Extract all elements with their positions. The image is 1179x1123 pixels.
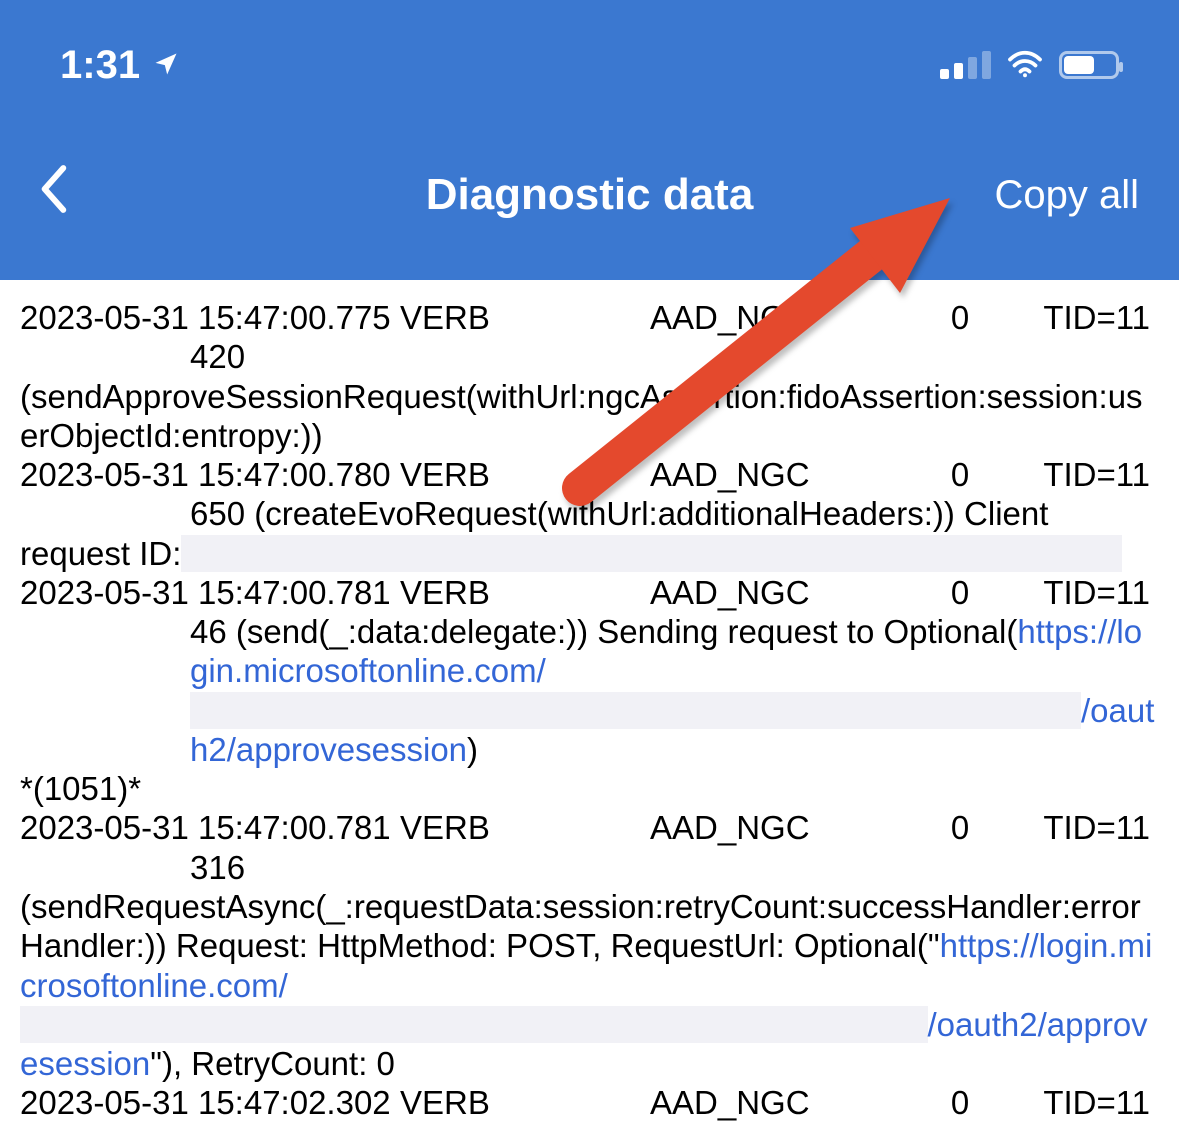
log-level: VERB (400, 808, 650, 847)
log-message: (sendRequestAsync(_:requestData:session:… (20, 887, 1159, 1083)
copy-all-button[interactable]: Copy all (984, 163, 1149, 228)
log-text: request ID: (20, 535, 181, 572)
log-entry: 2023-05-31 15:47:00.781 VERB AAD_NGC 0 T… (20, 573, 1159, 809)
log-tag: AAD_NGC (650, 298, 920, 337)
nav-bar: Diagnostic data Copy all (0, 130, 1179, 280)
log-timestamp: 2023-05-31 15:47:00.780 (20, 455, 400, 494)
log-timestamp: 2023-05-31 15:47:00.781 (20, 573, 400, 612)
status-bar: 1:31 (0, 0, 1179, 130)
log-tag: AAD_NGC (650, 455, 920, 494)
log-level: VERB (400, 298, 650, 337)
log-text: ) (467, 731, 478, 768)
log-message-line: 316 (20, 848, 1159, 887)
log-area[interactable]: 2023-05-31 15:47:00.775 VERB AAD_NGC 0 T… (0, 280, 1179, 1123)
log-message: (sendApproveSessionRequest(withUrl:ngcAs… (20, 377, 1159, 456)
log-code: 0 (920, 808, 1000, 847)
back-button[interactable] (30, 155, 78, 236)
log-tag: AAD_NGC (650, 1083, 920, 1122)
log-code: 0 (920, 573, 1000, 612)
log-tid: TID=11 (1000, 1083, 1150, 1122)
log-entry: 2023-05-31 15:47:00.781 VERB AAD_NGC 0 T… (20, 808, 1159, 1083)
log-tid: TID=11 (1000, 455, 1150, 494)
location-icon (152, 43, 180, 88)
log-timestamp: 2023-05-31 15:47:00.775 (20, 298, 400, 337)
log-timestamp: 2023-05-31 15:47:02.302 (20, 1083, 400, 1122)
log-message-line: 46 (send(_:data:delegate:)) Sending requ… (20, 612, 1159, 769)
log-timestamp: 2023-05-31 15:47:00.781 (20, 808, 400, 847)
log-level: VERB (400, 455, 650, 494)
log-tag: AAD_NGC (650, 573, 920, 612)
log-tid: TID=11 (1000, 808, 1150, 847)
log-tag: AAD_NGC (650, 808, 920, 847)
redacted-block: xxxxxxxxxxxxxxxxxxxxxxxxxxxxxxxxxxxxxxxx… (190, 692, 1081, 729)
log-level: VERB (400, 573, 650, 612)
log-code: 0 (920, 455, 1000, 494)
wifi-icon (1007, 43, 1043, 88)
log-entry: 2023-05-31 15:47:00.780 VERB AAD_NGC 0 T… (20, 455, 1159, 573)
redacted-block: xxxxxxxxxxxxxxxxxxxxxxxxxxxxxxxxxxxxxxxx… (20, 1006, 928, 1043)
log-code: 0 (920, 298, 1000, 337)
log-message: *(1051)* (20, 769, 1159, 808)
log-text: "), RetryCount: 0 (150, 1045, 395, 1082)
battery-icon (1059, 51, 1119, 79)
cellular-signal-icon (940, 51, 991, 79)
log-level: VERB (400, 1083, 650, 1122)
log-message: request ID:xxxxxxxxxxxxxxxxxxxxxxxxxxxxx… (20, 534, 1159, 573)
log-entry: 2023-05-31 15:47:00.775 VERB AAD_NGC 0 T… (20, 298, 1159, 455)
status-time: 1:31 (60, 43, 140, 88)
log-tid: TID=11 (1000, 298, 1150, 337)
log-text: 46 (send(_:data:delegate:)) Sending requ… (190, 613, 1017, 650)
log-message-line: 650 (createEvoRequest(withUrl:additional… (20, 494, 1159, 533)
log-tid: TID=11 (1000, 573, 1150, 612)
log-entry: 2023-05-31 15:47:02.302 VERB AAD_NGC 0 T… (20, 1083, 1159, 1122)
log-message-line: 420 (20, 337, 1159, 376)
redacted-block: xxxxxxxxxxxxxxxxxxxxxxxxxxxxxxxxxxxxxxxx… (181, 535, 1122, 572)
log-code: 0 (920, 1083, 1000, 1122)
